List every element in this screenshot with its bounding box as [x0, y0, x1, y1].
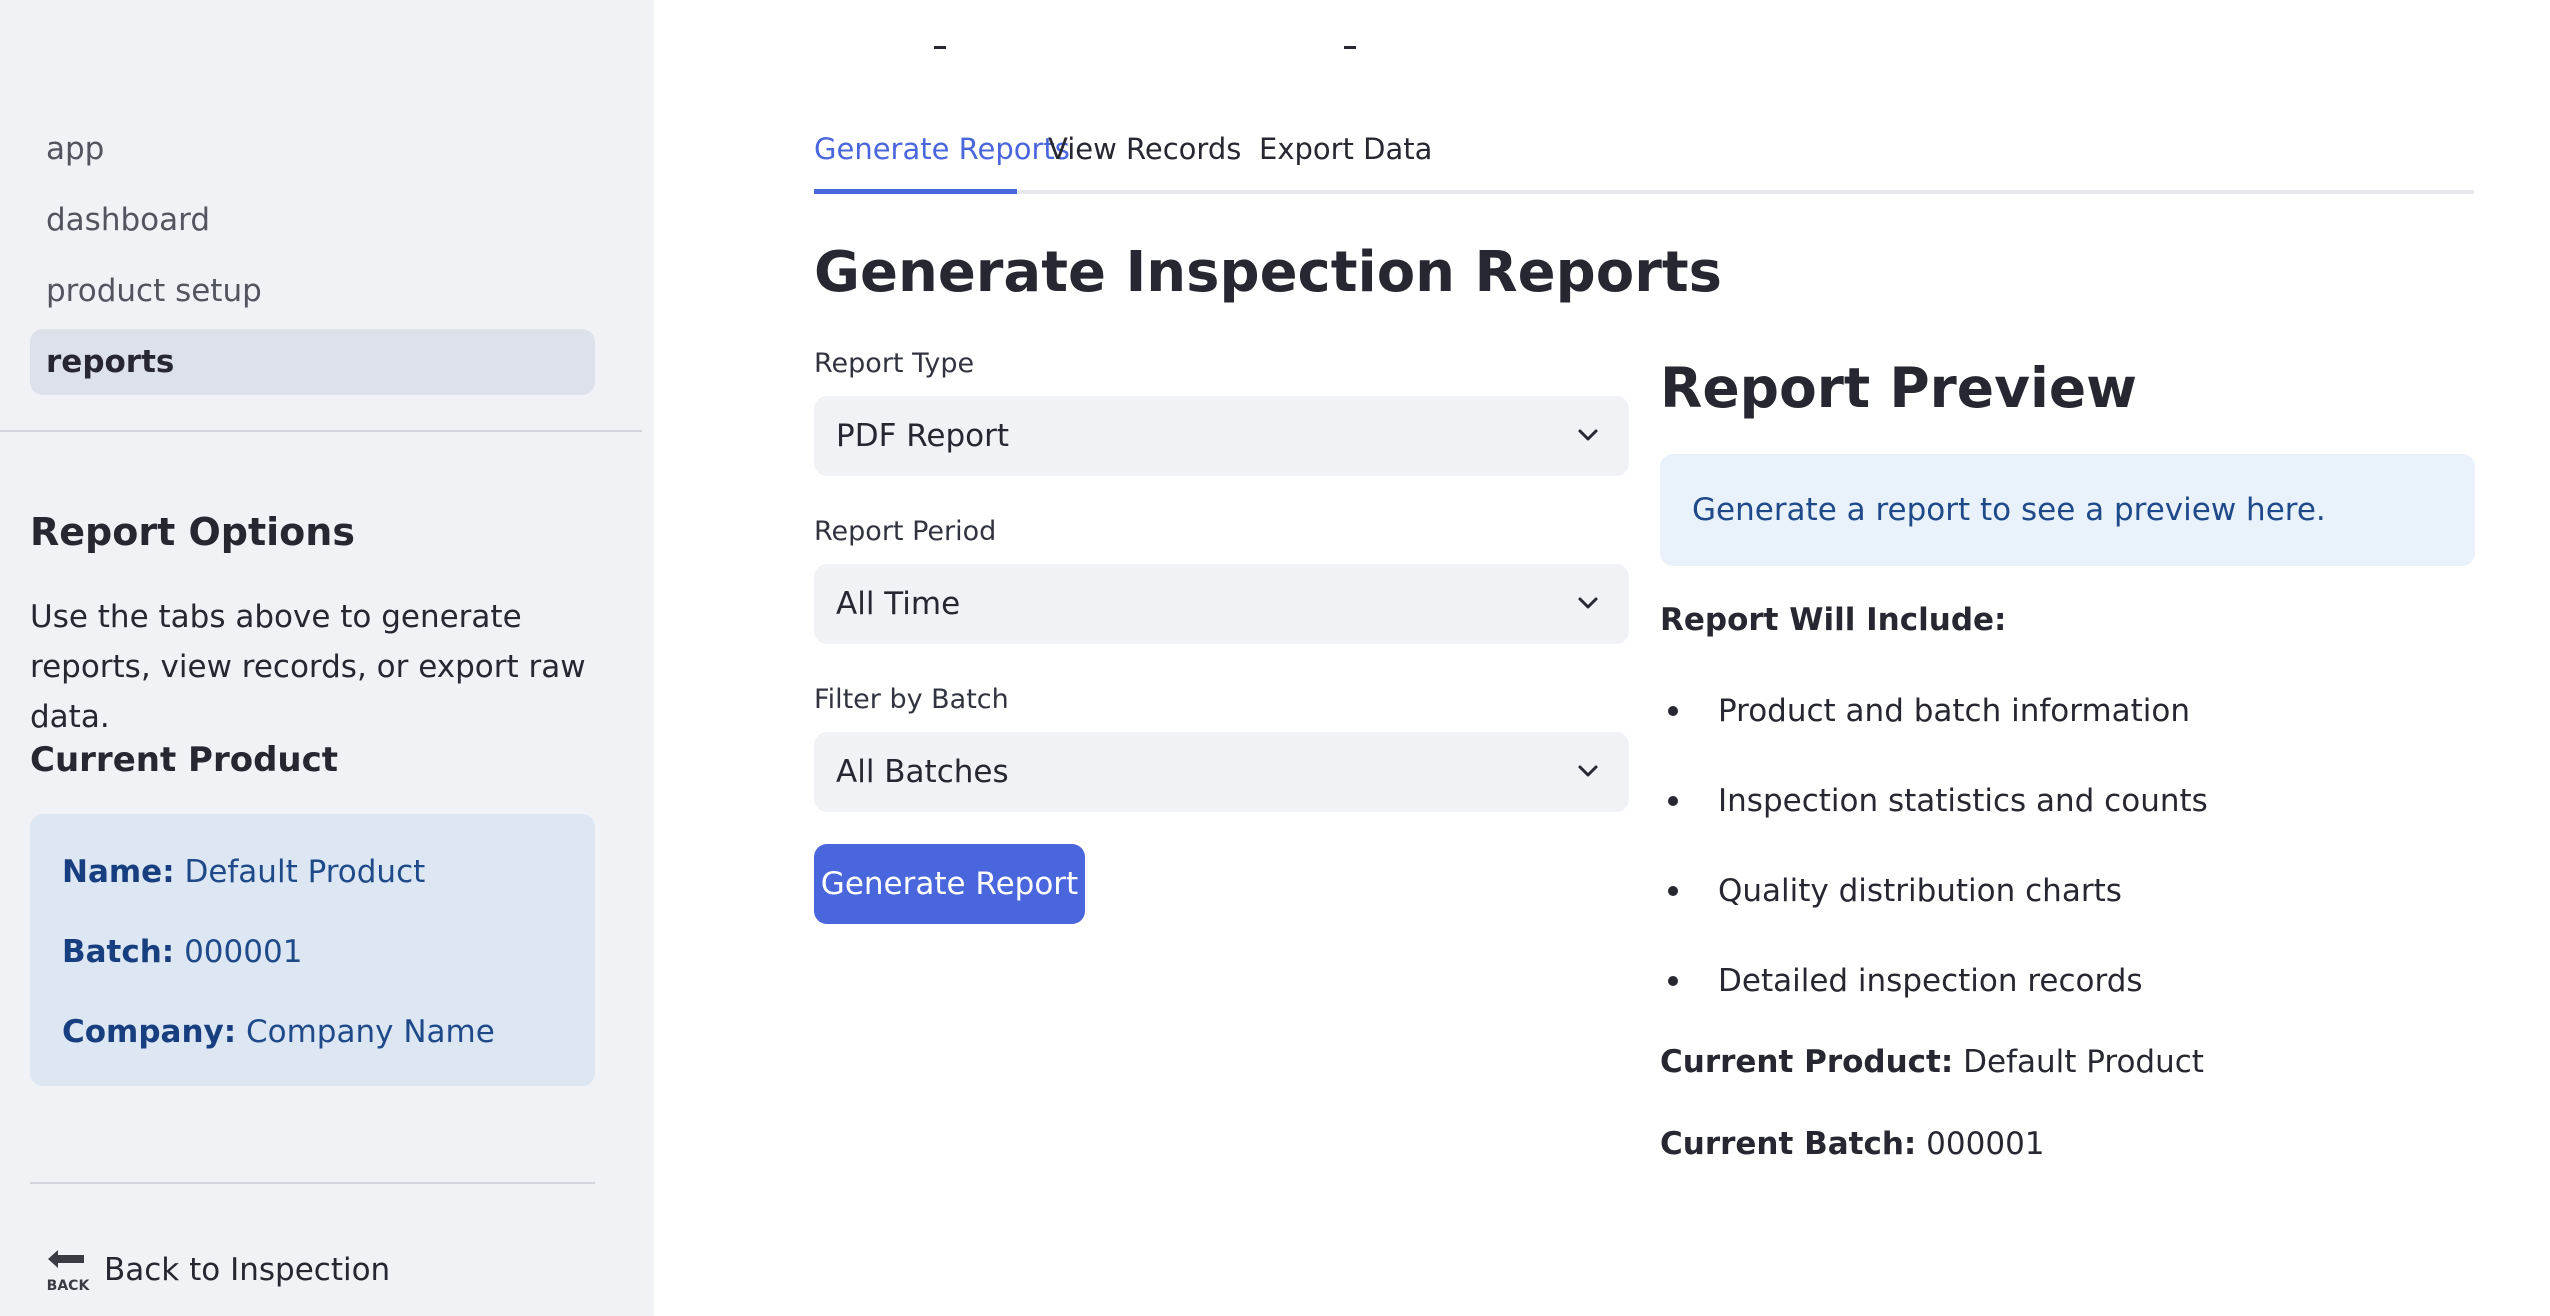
chevron-down-icon — [1578, 429, 1598, 441]
tab-bar-line — [814, 190, 2474, 194]
back-to-inspection-label: Back to Inspection — [104, 1252, 391, 1288]
list-item: Inspection statistics and counts — [1660, 776, 2475, 866]
generate-report-button[interactable]: Generate Report — [814, 844, 1085, 924]
list-item-text: Inspection statistics and counts — [1718, 783, 2208, 819]
report-options-text: Use the tabs above to generate reports, … — [30, 599, 586, 735]
report-options-heading: Report Options — [30, 510, 355, 554]
current-product-line: Current Product: Default Product — [1660, 1044, 2204, 1080]
product-company-line: Company: Company Name — [62, 1010, 563, 1090]
product-name-value: Default Product — [184, 854, 426, 890]
report-period-select[interactable]: All Time — [814, 564, 1629, 644]
current-product-box: Name: Default Product Batch: 000001 Comp… — [30, 814, 595, 1086]
top-dash-mark — [934, 46, 946, 49]
bullet-icon — [1668, 796, 1678, 806]
sidebar-divider — [0, 430, 642, 432]
product-batch-value: 000001 — [184, 934, 303, 970]
sidebar-item-label: app — [46, 131, 105, 167]
product-name-line: Name: Default Product — [62, 850, 563, 930]
filter-batch-value: All Batches — [836, 754, 1009, 790]
tab-bar: Generate Reports View Records Export Dat… — [814, 118, 2474, 194]
report-preview-title: Report Preview — [1660, 356, 2137, 420]
product-name-label: Name: — [62, 854, 175, 890]
tab-generate-reports[interactable]: Generate Reports — [814, 132, 1070, 166]
bullet-icon — [1668, 886, 1678, 896]
chevron-down-icon — [1578, 597, 1598, 609]
sidebar-item-dashboard[interactable]: dashboard — [30, 187, 595, 253]
current-batch-line: Current Batch: 000001 — [1660, 1126, 2045, 1162]
current-product-heading: Current Product — [30, 740, 339, 780]
current-batch-value: 000001 — [1926, 1126, 2045, 1162]
report-will-include-heading: Report Will Include: — [1660, 602, 2007, 638]
report-contents-list: Product and batch information Inspection… — [1660, 686, 2475, 1046]
back-to-inspection-link[interactable]: BACK Back to Inspection — [44, 1246, 390, 1294]
report-period-label: Report Period — [814, 516, 997, 547]
product-batch-label: Batch: — [62, 934, 175, 970]
sidebar-divider-bottom — [30, 1182, 595, 1184]
product-company-label: Company: — [62, 1014, 237, 1050]
chevron-down-icon — [1578, 765, 1598, 777]
report-type-label: Report Type — [814, 348, 975, 379]
list-item-text: Product and batch information — [1718, 693, 2191, 729]
main-content: Generate Reports View Records Export Dat… — [654, 0, 2550, 1316]
preview-info-box: Generate a report to see a preview here. — [1660, 454, 2475, 566]
sidebar: app dashboard product setup reports Repo… — [0, 0, 654, 1316]
tab-view-records[interactable]: View Records — [1048, 132, 1241, 166]
sidebar-item-reports[interactable]: reports — [30, 329, 595, 395]
sidebar-item-label: product setup — [46, 273, 262, 309]
sidebar-nav: app dashboard product setup reports — [30, 116, 595, 400]
list-item: Detailed inspection records — [1660, 956, 2475, 1046]
report-type-value: PDF Report — [836, 418, 1010, 454]
sidebar-item-label: dashboard — [46, 202, 210, 238]
list-item: Quality distribution charts — [1660, 866, 2475, 956]
filter-batch-select[interactable]: All Batches — [814, 732, 1629, 812]
tab-export-data[interactable]: Export Data — [1259, 132, 1432, 166]
report-period-value: All Time — [836, 586, 961, 622]
current-batch-label: Current Batch: — [1660, 1126, 1917, 1162]
sidebar-item-app[interactable]: app — [30, 116, 595, 182]
product-batch-line: Batch: 000001 — [62, 930, 563, 1010]
product-company-value: Company Name — [246, 1014, 495, 1050]
bullet-icon — [1668, 976, 1678, 986]
active-tab-indicator — [814, 189, 1017, 194]
list-item: Product and batch information — [1660, 686, 2475, 776]
back-icon-text: BACK — [47, 1278, 91, 1294]
list-item-text: Quality distribution charts — [1718, 873, 2122, 909]
current-product-value: Default Product — [1963, 1044, 2204, 1080]
sidebar-item-product-setup[interactable]: product setup — [30, 258, 595, 324]
sidebar-item-label: reports — [46, 344, 175, 380]
preview-info-text: Generate a report to see a preview here. — [1692, 492, 2326, 528]
report-type-select[interactable]: PDF Report — [814, 396, 1629, 476]
top-dash-mark — [1344, 46, 1356, 49]
page-title: Generate Inspection Reports — [814, 240, 1722, 305]
current-product-label: Current Product: — [1660, 1044, 1954, 1080]
filter-batch-label: Filter by Batch — [814, 684, 1009, 715]
bullet-icon — [1668, 706, 1678, 716]
back-arrow-icon: BACK — [44, 1246, 92, 1294]
list-item-text: Detailed inspection records — [1718, 963, 2143, 999]
